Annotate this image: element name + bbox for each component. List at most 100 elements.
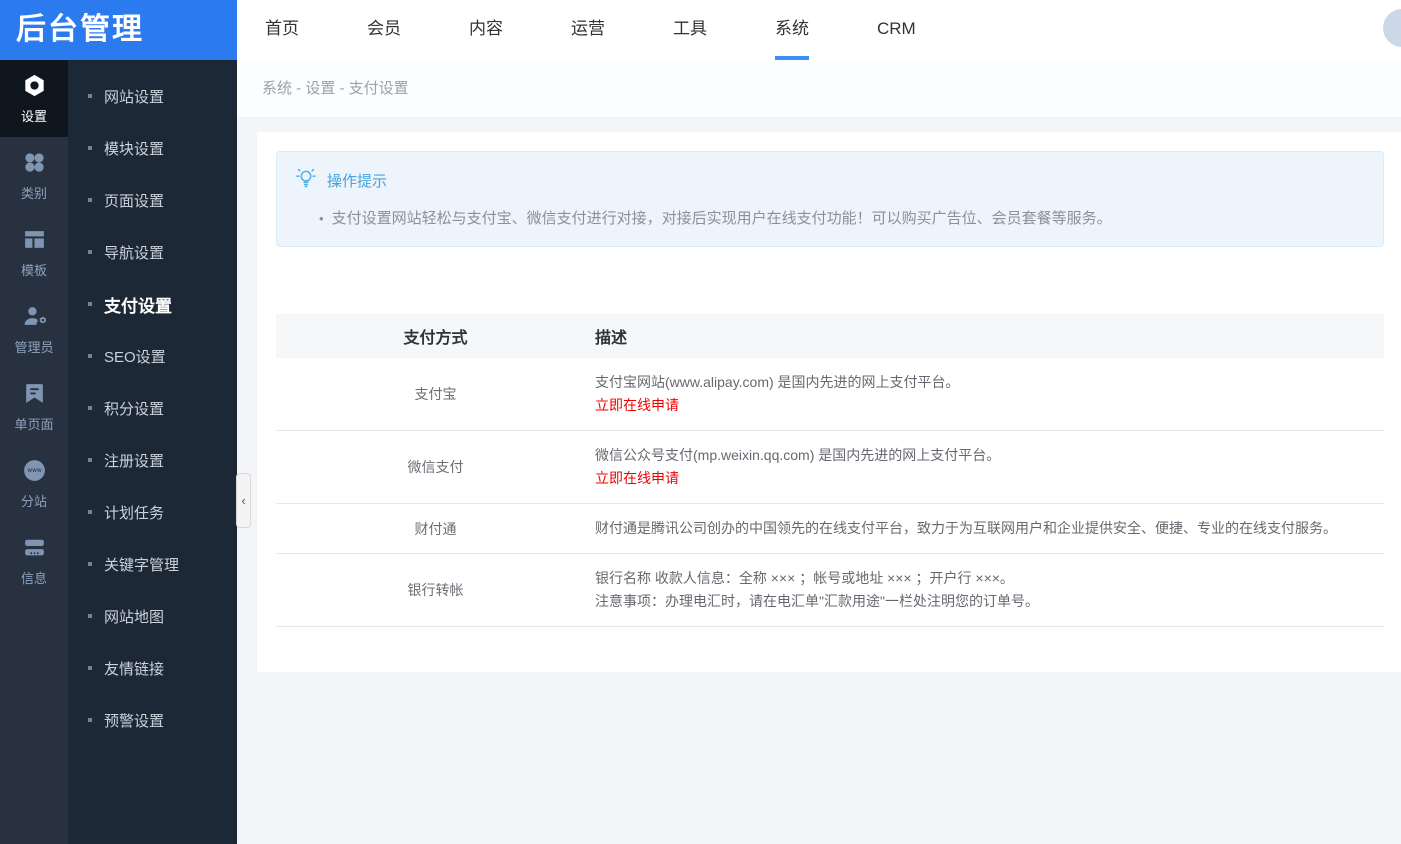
gear-icon (21, 72, 47, 98)
bullet-icon (88, 562, 92, 566)
tip-title: 操作提示 (327, 172, 388, 190)
payment-methods-table: 支付方式 描述 支付宝 支付宝网站(www.alipay.com) 是国内先进的网上… (276, 314, 1384, 627)
menu-item-cron-tasks[interactable]: 计划任务 (68, 486, 237, 538)
rail-item-admin[interactable]: 管理员 (0, 291, 68, 368)
tip-header: 操作提示 (295, 167, 1363, 193)
tip-text: 支付设置网站轻松与支付宝、微信支付进行对接，对接后实现用户在线支付功能！可以购买… (319, 207, 1363, 228)
bullet-icon (88, 146, 92, 150)
menu-item-website-settings[interactable]: 网站设置 (68, 70, 237, 122)
bullet-icon (88, 302, 92, 306)
bullet-icon (88, 354, 92, 358)
chevron-left-icon: ‹ (241, 493, 246, 508)
bullet-icon (88, 94, 92, 98)
menu-item-alert-settings[interactable]: 预警设置 (68, 694, 237, 746)
main-area: 系统 - 设置 - 支付设置 操作提示 支付设置网站轻 (237, 60, 1401, 844)
nav-item-members[interactable]: 会员 (367, 0, 401, 60)
description-cell: 财付通是腾讯公司创办的中国领先的在线支付平台，致力于为互联网用户和企业提供安全、… (595, 503, 1384, 554)
menu-item-label: 页面设置 (104, 192, 165, 210)
top-nav: 首页 会员 内容 运营 工具 系统 CRM (237, 0, 916, 60)
description-cell: 微信公众号支付(mp.weixin.qq.com) 是国内先进的网上支付平台。立… (595, 430, 1384, 504)
globe-www-icon: www (21, 457, 47, 483)
menu-item-page-settings[interactable]: 页面设置 (68, 174, 237, 226)
description-line: 微信公众号支付(mp.weixin.qq.com) 是国内先进的网上支付平台。 (595, 447, 1001, 463)
bullet-icon (88, 198, 92, 202)
rail-item-template[interactable]: 模板 (0, 214, 68, 291)
content-area: 操作提示 支付设置网站轻松与支付宝、微信支付进行对接，对接后实现用户在线支付功能… (237, 118, 1401, 672)
menu-item-label: 网站设置 (104, 88, 165, 106)
rail-item-label: 分站 (20, 494, 47, 509)
submenu-sidebar: 网站设置模块设置页面设置导航设置支付设置 SEO设置积分设置注册设置 计划任务关键字… (68, 60, 237, 844)
lightbulb-icon (295, 167, 317, 193)
table-row: 支付宝 支付宝网站(www.alipay.com) 是国内先进的网上支付平台。 立即… (276, 358, 1384, 431)
rail-item-settings[interactable]: 设置 (0, 60, 68, 137)
app-logo: 后台管理 (0, 0, 237, 60)
menu-item-label: 积分设置 (104, 400, 165, 418)
nav-item-home[interactable]: 首页 (265, 0, 299, 60)
table-header-row: 支付方式 描述 (276, 314, 1384, 358)
description-line: 银行名称 收款人信息：全称 ××× ；帐号或地址 ××× ；开户行 ×××。 (595, 570, 1014, 586)
bullet-icon (88, 406, 92, 410)
table-column-header: 支付方式 (276, 314, 595, 358)
apply-online-link[interactable]: 立即在线申请 (595, 467, 679, 490)
top-bar: 后台管理 首页 会员 内容 运营 工具 系统 CRM (0, 0, 1401, 60)
menu-item-label: 友情链接 (104, 660, 165, 678)
menu-item-friend-links[interactable]: 友情链接 (68, 642, 237, 694)
avatar[interactable] (1383, 9, 1401, 47)
description-cell: 银行名称 收款人信息：全称 ××× ；帐号或地址 ××× ；开户行 ×××。注意… (595, 553, 1384, 627)
admin-app: 后台管理 首页 会员 内容 运营 工具 系统 CRM 设置类别模板管理员单页面 www 分站信息… (0, 0, 1401, 844)
description-cell: 支付宝网站(www.alipay.com) 是国内先进的网上支付平台。 立即在线申… (595, 358, 1384, 431)
payment-method-cell: 财付通 (276, 503, 595, 554)
nav-item-crm[interactable]: CRM (877, 0, 916, 60)
bullet-icon (88, 458, 92, 462)
bookmark-icon (21, 380, 47, 406)
menu-item-label: 预警设置 (104, 712, 165, 730)
menu-item-label: 支付设置 (104, 296, 172, 316)
bullet-icon (88, 614, 92, 618)
breadcrumb: 系统 - 设置 - 支付设置 (237, 60, 1401, 118)
info-stack-icon (21, 534, 47, 560)
payment-method-cell: 微信支付 (276, 430, 595, 504)
nav-item-system[interactable]: 系统 (775, 0, 809, 60)
description-line: 财付通是腾讯公司创办的中国领先的在线支付平台，致力于为互联网用户和企业提供安全、… (595, 520, 1337, 536)
bullet-icon (88, 666, 92, 670)
admin-user-icon (21, 303, 47, 329)
menu-item-sitemap[interactable]: 网站地图 (68, 590, 237, 642)
payment-method-cell: 支付宝 (276, 358, 595, 431)
payment-method-cell: 银行转帐 (276, 553, 595, 627)
apply-online-link[interactable]: 立即在线申请 (595, 394, 679, 417)
table-row: 财付通 财付通是腾讯公司创办的中国领先的在线支付平台，致力于为互联网用户和企业提供… (276, 503, 1384, 554)
menu-item-seo-settings[interactable]: SEO设置 (68, 330, 237, 382)
category-icon (21, 149, 47, 175)
menu-item-nav-settings[interactable]: 导航设置 (68, 226, 237, 278)
bullet-icon (88, 718, 92, 722)
rail-item-info[interactable]: 信息 (0, 522, 68, 599)
rail-item-label: 信息 (20, 571, 47, 586)
menu-item-register-settings[interactable]: 注册设置 (68, 434, 237, 486)
rail-item-label: 类别 (20, 186, 47, 201)
menu-item-payment-settings[interactable]: 支付设置 (68, 278, 237, 330)
rail-item-category[interactable]: 类别 (0, 137, 68, 214)
rail-item-subsite[interactable]: www 分站 (0, 445, 68, 522)
menu-item-points-settings[interactable]: 积分设置 (68, 382, 237, 434)
menu-item-label: 导航设置 (104, 244, 165, 262)
nav-item-tools[interactable]: 工具 (673, 0, 707, 60)
rail-item-label: 模板 (20, 263, 47, 278)
sidebar-collapse-handle[interactable]: ‹ (236, 473, 251, 528)
template-icon (21, 226, 47, 252)
bullet-icon (88, 510, 92, 514)
rail-item-label: 管理员 (14, 340, 54, 355)
table-column-header: 描述 (595, 314, 1384, 358)
description-line: 注意事项：办理电汇时，请在电汇单"汇款用途"一栏处注明您的订单号。 (595, 593, 1039, 609)
menu-item-label: 模块设置 (104, 140, 165, 158)
nav-item-content[interactable]: 内容 (469, 0, 503, 60)
menu-item-label: 关键字管理 (104, 556, 180, 574)
menu-item-label: SEO设置 (104, 348, 166, 366)
table-row: 银行转帐 银行名称 收款人信息：全称 ××× ；帐号或地址 ××× ；开户行 ××… (276, 553, 1384, 627)
svg-text:www: www (27, 467, 42, 473)
table-row: 微信支付 微信公众号支付(mp.weixin.qq.com) 是国内先进的网上支付… (276, 430, 1384, 504)
menu-item-keyword-management[interactable]: 关键字管理 (68, 538, 237, 590)
rail-item-single-page[interactable]: 单页面 (0, 368, 68, 445)
tip-box: 操作提示 支付设置网站轻松与支付宝、微信支付进行对接，对接后实现用户在线支付功能… (276, 151, 1384, 247)
menu-item-module-settings[interactable]: 模块设置 (68, 122, 237, 174)
nav-item-operations[interactable]: 运营 (571, 0, 605, 60)
